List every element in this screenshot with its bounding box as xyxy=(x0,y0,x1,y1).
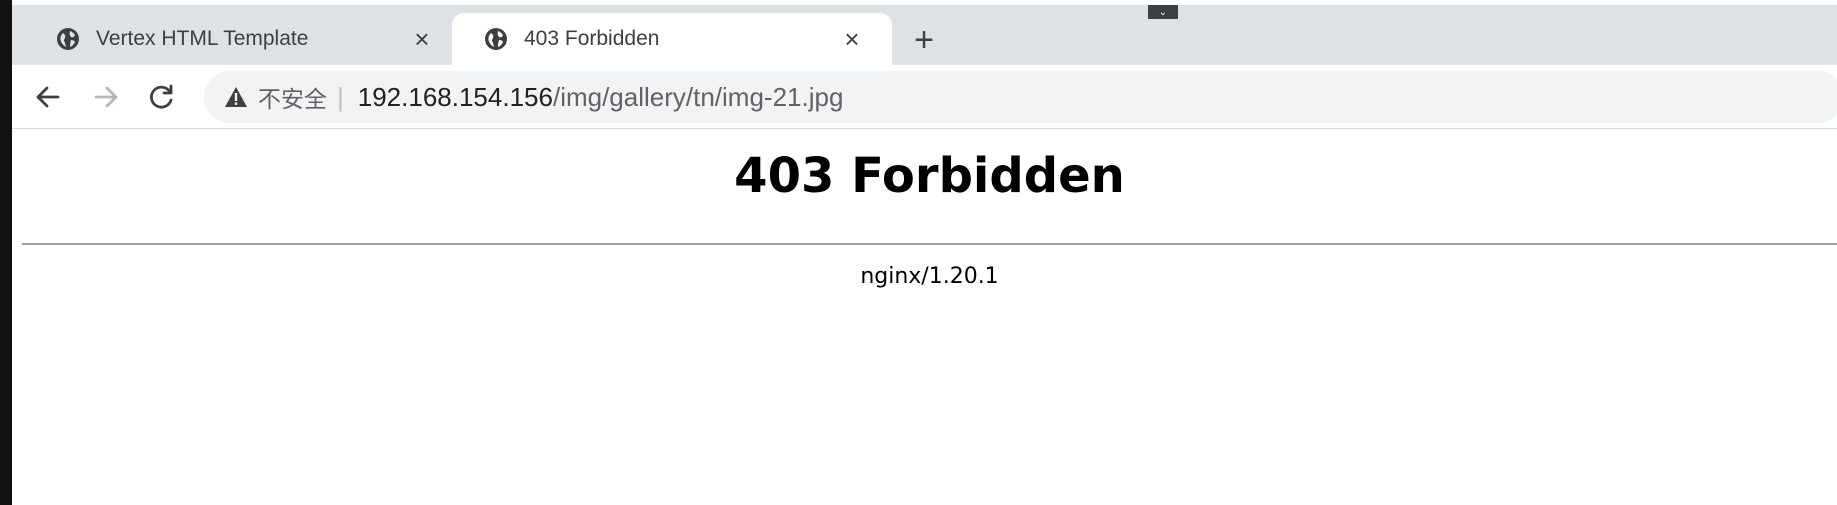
globe-icon xyxy=(484,27,508,51)
tab-title: Vertex HTML Template xyxy=(96,27,309,50)
server-signature: nginx/1.20.1 xyxy=(860,264,999,289)
window-left-edge xyxy=(0,0,12,505)
tab-403-forbidden[interactable]: 403 Forbidden × xyxy=(452,13,892,65)
page-content: 403 Forbidden nginx/1.20.1 xyxy=(12,130,1837,505)
toolbar: 不安全 | 192.168.154.156 /img/gallery/tn/im… xyxy=(12,65,1837,129)
tab-strip: Vertex HTML Template × 403 Forbidden × +… xyxy=(12,5,1837,65)
new-tab-button[interactable]: + xyxy=(905,21,943,59)
tab-vertex-html-template[interactable]: Vertex HTML Template × xyxy=(32,13,462,65)
tab-title: 403 Forbidden xyxy=(524,27,660,50)
forward-button[interactable] xyxy=(86,77,126,117)
reload-button[interactable] xyxy=(142,77,182,117)
page-heading: 403 Forbidden xyxy=(734,148,1125,204)
arrow-right-icon xyxy=(92,83,120,111)
url-path[interactable]: /img/gallery/tn/img-21.jpg xyxy=(553,82,843,113)
back-button[interactable] xyxy=(28,77,68,117)
divider xyxy=(22,243,1837,245)
tab-close-icon[interactable]: × xyxy=(838,24,866,54)
arrow-left-icon xyxy=(34,83,62,111)
tab-search-button[interactable]: ⌄ xyxy=(1148,5,1178,19)
browser-window: Vertex HTML Template × 403 Forbidden × +… xyxy=(0,0,1837,505)
url-host[interactable]: 192.168.154.156 xyxy=(358,82,553,113)
warning-triangle-icon[interactable] xyxy=(224,86,248,108)
security-status-label[interactable]: 不安全 xyxy=(258,80,327,114)
address-bar[interactable]: 不安全 | 192.168.154.156 /img/gallery/tn/im… xyxy=(204,71,1837,123)
omnibox-separator: | xyxy=(337,81,344,112)
reload-icon xyxy=(148,83,176,111)
globe-icon xyxy=(56,27,80,51)
tab-close-icon[interactable]: × xyxy=(408,24,436,54)
